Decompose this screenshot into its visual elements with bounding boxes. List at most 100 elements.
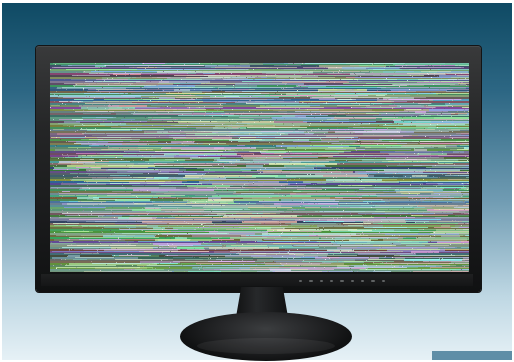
noise-pixel: [98, 90, 99, 91]
noise-pixel: [413, 261, 414, 262]
noise-streak: [372, 169, 385, 170]
noise-streak: [144, 133, 216, 134]
noise-pixel: [417, 194, 418, 195]
noise-pixel: [297, 249, 298, 250]
noise-pixel: [150, 75, 151, 76]
noise-streak: [463, 109, 469, 110]
noise-pixel: [408, 111, 409, 112]
noise-pixel: [463, 213, 464, 214]
noise-pixel: [453, 80, 454, 81]
noise-pixel: [133, 237, 134, 238]
noise-pixel: [88, 142, 89, 143]
noise-pixel: [221, 78, 222, 79]
noise-pixel: [332, 259, 333, 260]
noise-pixel: [210, 121, 211, 122]
noise-pixel: [258, 157, 259, 158]
noise-pixel: [279, 235, 280, 236]
noise-pixel: [58, 192, 59, 193]
noise-streak: [82, 187, 176, 189]
noise-pixel: [260, 219, 261, 220]
noise-pixel: [392, 267, 393, 268]
noise-pixel: [434, 73, 435, 74]
noise-pixel: [263, 210, 264, 211]
noise-pixel: [416, 116, 417, 117]
noise-pixel: [152, 268, 153, 269]
noise-streak: [396, 123, 451, 124]
noise-pixel: [259, 121, 260, 122]
noise-pixel: [303, 102, 304, 103]
noise-pixel: [83, 230, 84, 231]
noise-pixel: [269, 197, 270, 198]
noise-pixel: [280, 202, 281, 203]
noise-pixel: [334, 82, 335, 83]
noise-pixel: [109, 92, 110, 93]
noise-streak: [455, 65, 469, 66]
noise-pixel: [128, 207, 129, 208]
noise-pixel: [165, 106, 166, 107]
noise-pixel: [418, 171, 419, 172]
noise-streak: [191, 123, 283, 124]
noise-streak: [73, 85, 156, 86]
noise-pixel: [431, 77, 432, 78]
noise-streak: [186, 135, 236, 136]
noise-pixel: [452, 120, 453, 121]
noise-streak: [97, 81, 146, 82]
noise-pixel: [144, 185, 145, 186]
noise-pixel: [319, 219, 320, 220]
noise-pixel: [91, 211, 92, 212]
noise-streak: [104, 227, 136, 228]
noise-pixel: [345, 141, 346, 142]
noise-pixel: [290, 243, 291, 244]
noise-pixel: [432, 108, 433, 109]
noise-pixel: [424, 114, 425, 115]
noise-pixel: [438, 92, 439, 93]
noise-pixel: [225, 150, 226, 151]
noise-streak: [380, 151, 464, 153]
noise-pixel: [283, 99, 284, 100]
noise-pixel: [442, 151, 443, 152]
noise-pixel: [178, 236, 179, 237]
noise-streak: [415, 221, 469, 223]
noise-streak: [338, 185, 372, 186]
noise-pixel: [152, 98, 153, 99]
noise-pixel: [102, 228, 103, 229]
noise-pixel: [339, 169, 340, 170]
noise-pixel: [167, 244, 168, 245]
noise-streak: [310, 145, 402, 146]
noise-pixel: [118, 237, 119, 238]
noise-pixel: [377, 144, 378, 145]
noise-streak: [255, 101, 284, 102]
noise-streak: [438, 163, 453, 164]
noise-pixel: [125, 75, 126, 76]
noise-pixel: [97, 196, 98, 197]
noise-pixel: [221, 217, 222, 218]
noise-pixel: [365, 251, 366, 252]
noise-pixel: [432, 82, 433, 83]
stand-highlight: [197, 338, 335, 354]
noise-pixel: [271, 75, 272, 76]
noise-pixel: [203, 228, 204, 229]
noise-pixel: [467, 160, 468, 161]
noise-streak: [327, 129, 387, 130]
noise-streak: [79, 105, 119, 107]
noise-pixel: [373, 104, 374, 105]
noise-streak: [120, 229, 178, 230]
noise-pixel: [73, 109, 74, 110]
noise-streak: [157, 77, 170, 78]
noise-streak: [169, 245, 177, 247]
noise-pixel: [133, 160, 134, 161]
noise-pixel: [414, 129, 415, 130]
noise-pixel: [292, 164, 293, 165]
noise-pixel: [75, 195, 76, 196]
noise-pixel: [215, 234, 216, 235]
noise-pixel: [351, 138, 352, 139]
noise-pixel: [427, 73, 428, 74]
noise-pixel: [399, 86, 400, 87]
noise-pixel: [56, 268, 57, 269]
noise-pixel: [218, 135, 219, 136]
noise-pixel: [195, 227, 196, 228]
noise-pixel: [217, 65, 218, 66]
noise-pixel: [162, 229, 163, 230]
noise-pixel: [347, 191, 348, 192]
noise-pixel: [275, 74, 276, 75]
